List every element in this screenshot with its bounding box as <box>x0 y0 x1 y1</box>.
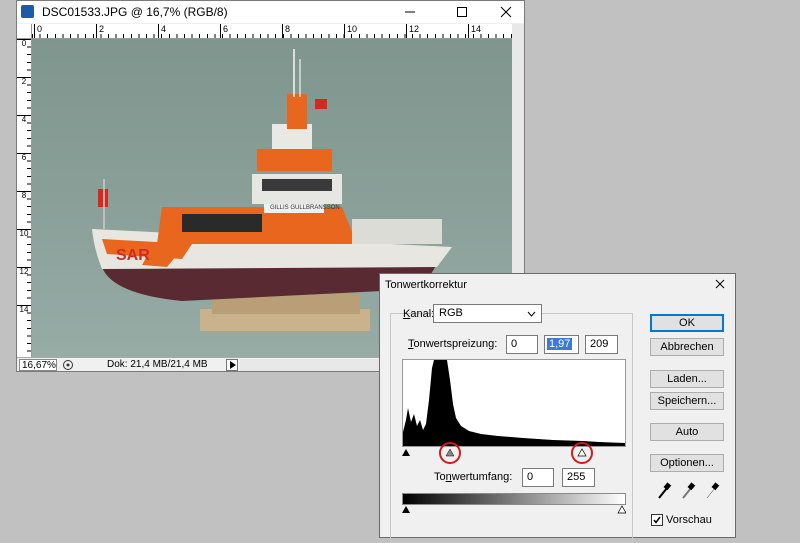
levels-dialog: Tonwertkorrektur Kanal: RGB Tonwertsprei… <box>379 273 736 543</box>
output-white-field[interactable]: 255 <box>562 468 595 487</box>
ruler-label: 14 <box>468 24 481 38</box>
ruler-label: 0 <box>34 24 42 38</box>
preview-checkbox[interactable] <box>651 514 663 526</box>
document-size-info: Dok: 21,4 MB/21,4 MB <box>107 359 208 370</box>
zoom-field[interactable]: 16,67% <box>19 359 57 371</box>
save-button[interactable]: Speichern... <box>650 392 724 410</box>
vertical-ruler[interactable]: 0 2 4 6 8 10 12 14 <box>17 39 32 357</box>
input-black-field[interactable]: 0 <box>506 335 538 354</box>
output-black-field[interactable]: 0 <box>522 468 554 487</box>
ruler-label: 6 <box>17 153 31 162</box>
ruler-corner[interactable] <box>17 24 32 39</box>
highlight-circle-gamma <box>439 442 461 464</box>
channel-value: RGB <box>439 307 463 319</box>
close-icon[interactable] <box>713 277 727 291</box>
ruler-label: 2 <box>96 24 104 38</box>
ruler-label: 6 <box>220 24 228 38</box>
preview-label: Vorschau <box>666 514 712 526</box>
ruler-label: 12 <box>406 24 419 38</box>
ok-button[interactable]: OK <box>650 314 724 332</box>
channel-label: Kanal: <box>403 308 435 320</box>
black-point-slider <box>402 449 410 456</box>
ruler-label: 14 <box>17 305 31 314</box>
output-gradient-bar <box>402 493 626 505</box>
status-info-icon[interactable] <box>62 359 74 371</box>
auto-button[interactable]: Auto <box>650 423 724 441</box>
histogram <box>402 359 626 447</box>
boat-name-text: GILLIS GULLBRANSSON <box>270 205 340 211</box>
ruler-label: 12 <box>17 267 31 276</box>
horizontal-ruler[interactable]: 0 2 4 6 8 10 12 14 <box>32 24 512 39</box>
maximize-button[interactable] <box>441 1 485 23</box>
load-button[interactable]: Laden... <box>650 370 724 388</box>
ruler-label: 8 <box>282 24 290 38</box>
chevron-down-icon <box>527 311 536 317</box>
ruler-label: 0 <box>17 39 31 48</box>
output-white-slider <box>617 505 626 514</box>
close-icon <box>500 6 512 18</box>
document-titlebar[interactable]: DSC01533.JPG @ 16,7% (RGB/8) <box>17 1 524 23</box>
close-button[interactable] <box>485 1 524 23</box>
ruler-label: 8 <box>17 191 31 200</box>
gray-eyedropper-icon[interactable] <box>680 482 696 500</box>
status-menu-button[interactable] <box>226 359 238 371</box>
minimize-button[interactable] <box>389 1 433 23</box>
ruler-label: 10 <box>17 229 31 238</box>
checkmark-icon <box>653 516 661 524</box>
ruler-label: 4 <box>158 24 166 38</box>
input-levels-label: Tonwertspreizung: <box>408 338 498 350</box>
black-eyedropper-icon[interactable] <box>656 482 672 500</box>
output-levels-label: Tonwertumfang: <box>434 471 513 483</box>
ruler-label: 2 <box>17 77 31 86</box>
input-gamma-field[interactable]: 1,97 <box>544 335 579 354</box>
document-title: DSC01533.JPG @ 16,7% (RGB/8) <box>42 5 228 19</box>
cancel-button[interactable]: Abbrechen <box>650 338 724 356</box>
output-slider-track[interactable] <box>402 505 626 515</box>
ruler-label: 10 <box>344 24 357 38</box>
ruler-label: 4 <box>17 115 31 124</box>
minimize-icon <box>405 11 415 13</box>
dialog-title: Tonwertkorrektur <box>385 279 467 291</box>
input-white-field[interactable]: 209 <box>585 335 618 354</box>
input-gamma-value: 1,97 <box>547 338 573 350</box>
highlight-circle-white <box>571 442 593 464</box>
photoshop-document-icon <box>21 5 34 18</box>
options-button[interactable]: Optionen... <box>650 454 724 472</box>
channel-select[interactable]: RGB <box>433 304 542 323</box>
white-eyedropper-icon[interactable] <box>704 482 720 500</box>
triangle-right-icon <box>230 361 236 369</box>
histogram-graph <box>403 360 625 446</box>
boat-label-text: SAR <box>116 247 150 264</box>
output-black-slider <box>402 506 410 513</box>
maximize-icon <box>457 7 467 17</box>
